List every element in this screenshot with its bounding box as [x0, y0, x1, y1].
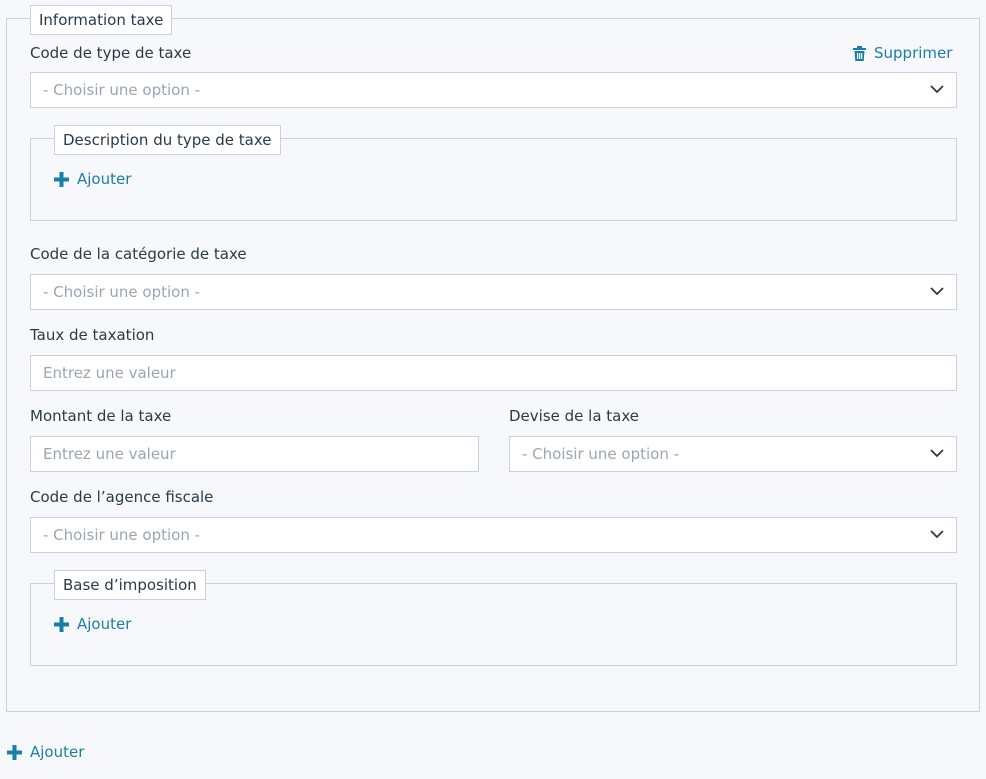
tax-type-description-legend-text: Description du type de taxe — [63, 131, 272, 149]
tax-amount-label: Montant de la taxe — [30, 407, 172, 425]
trash-icon — [853, 45, 866, 61]
tax-category-code-label: Code de la catégorie de taxe — [30, 245, 247, 263]
tax-type-code-label: Code de type de taxe — [30, 44, 192, 62]
plus-icon — [54, 171, 69, 187]
add-label: Ajouter — [77, 615, 132, 633]
tax-type-code-value: - Choisir une option - — [43, 81, 201, 99]
tax-category-code-select[interactable]: - Choisir une option - — [30, 274, 957, 310]
tax-amount-placeholder: Entrez une valeur — [43, 445, 176, 463]
tax-rate-label: Taux de taxation — [30, 326, 155, 344]
tax-information-legend-text: Information taxe — [39, 11, 164, 29]
tax-currency-value: - Choisir une option - — [522, 445, 680, 463]
add-tax-base-button[interactable]: Ajouter — [54, 615, 131, 633]
tax-type-description-legend: Description du type de taxe — [54, 125, 281, 155]
chevron-down-icon — [930, 530, 944, 539]
tax-rate-input[interactable]: Entrez une valeur — [30, 355, 957, 391]
chevron-down-icon — [930, 449, 944, 458]
tax-amount-input[interactable]: Entrez une valeur — [30, 436, 479, 472]
tax-category-code-value: - Choisir une option - — [43, 283, 201, 301]
add-tax-type-description-button[interactable]: Ajouter — [54, 170, 131, 188]
add-label: Ajouter — [77, 170, 132, 188]
tax-base-legend-text: Base d’imposition — [63, 576, 197, 594]
plus-icon — [54, 616, 69, 632]
tax-type-code-select[interactable]: - Choisir une option - — [30, 72, 957, 108]
chevron-down-icon — [930, 287, 944, 296]
tax-currency-label: Devise de la taxe — [509, 407, 639, 425]
add-label: Ajouter — [30, 743, 85, 761]
plus-icon — [7, 744, 22, 760]
delete-button[interactable]: Supprimer — [853, 44, 952, 62]
tax-agency-code-label: Code de l’agence fiscale — [30, 488, 214, 506]
tax-agency-code-select[interactable]: - Choisir une option - — [30, 517, 957, 553]
tax-base-legend: Base d’imposition — [54, 570, 206, 600]
tax-currency-select[interactable]: - Choisir une option - — [509, 436, 957, 472]
add-tax-information-button[interactable]: Ajouter — [7, 743, 84, 761]
delete-label: Supprimer — [874, 44, 953, 62]
chevron-down-icon — [930, 85, 944, 94]
tax-agency-code-value: - Choisir une option - — [43, 526, 201, 544]
tax-information-legend: Information taxe — [30, 5, 173, 35]
tax-rate-placeholder: Entrez une valeur — [43, 364, 176, 382]
